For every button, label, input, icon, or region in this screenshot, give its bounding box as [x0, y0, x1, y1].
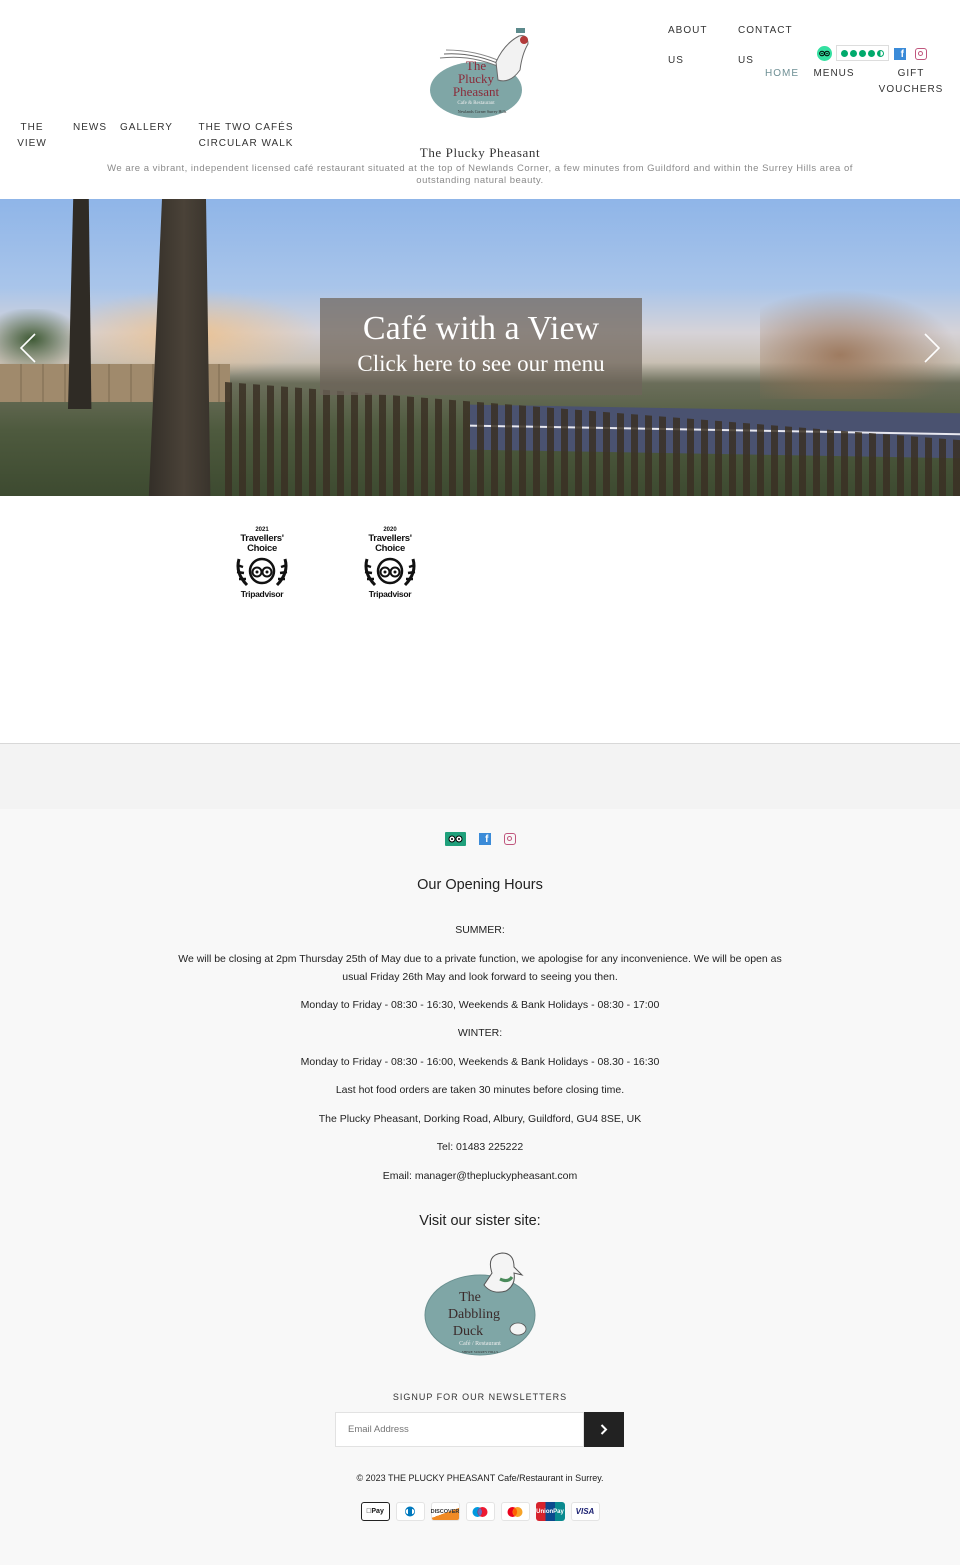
rating-bubble	[859, 49, 866, 57]
telephone[interactable]: Tel: 01483 225222	[170, 1138, 790, 1156]
nav-label: MENUS	[813, 68, 855, 79]
hero-caption-link[interactable]: Café with a View Click here to see our m…	[320, 298, 642, 395]
email[interactable]: Email: manager@thepluckypheasant.com	[170, 1167, 790, 1185]
instagram-icon[interactable]	[503, 833, 516, 845]
rating-bubble	[841, 49, 848, 57]
diners-club-icon	[395, 1502, 425, 1521]
rating-bubble	[877, 49, 884, 57]
nav-label: GIFT	[897, 68, 925, 79]
chevron-right-icon	[924, 333, 941, 363]
hero-image-tree-trunk	[68, 199, 92, 409]
tripadvisor-owl-laurel-icon	[236, 557, 288, 587]
dabbling-duck-logo[interactable]: The Dabbling Duck Café / Restaurant SHER…	[422, 1245, 540, 1361]
svg-text:Duck: Duck	[453, 1324, 483, 1339]
chevron-right-icon	[600, 1424, 608, 1435]
nav-label: HOME	[765, 68, 799, 79]
instagram-icon[interactable]	[915, 48, 927, 60]
svg-text:Cafe & Restaurant: Cafe & Restaurant	[457, 101, 495, 106]
closure-notice: We will be closing at 2pm Thursday 25th …	[178, 953, 782, 983]
nav-gallery[interactable]: GALLERY	[120, 120, 172, 136]
award-title: Choice	[247, 543, 277, 554]
nav-menus[interactable]: MENUS	[812, 66, 856, 82]
footer-social-links: f	[0, 832, 960, 846]
sister-site-heading: Visit our sister site:	[419, 1213, 541, 1229]
section-divider-band	[0, 743, 960, 809]
newsletter-submit-button[interactable]	[584, 1412, 624, 1447]
nav-label: VOUCHERS	[878, 84, 944, 95]
site-description: We are a vibrant, independent licensed c…	[107, 163, 853, 186]
apple-pay-icon: Pay	[360, 1502, 390, 1521]
svg-text:Dabbling: Dabbling	[448, 1307, 500, 1322]
rating-bubbles	[836, 45, 889, 61]
mastercard-icon	[500, 1502, 530, 1521]
last-orders-note: Last hot food orders are taken 30 minute…	[335, 1084, 625, 1096]
rating-bubble	[868, 49, 875, 57]
next-slide-button[interactable]	[922, 332, 942, 364]
winter-hours: Monday to Friday - 08:30 - 16:00, Weeken…	[300, 1056, 660, 1068]
winter-label: WINTER:	[457, 1027, 503, 1039]
facebook-icon[interactable]: f	[894, 48, 906, 60]
travellers-choice-award-2021[interactable]: 2021 Travellers' Choice Tripadvisor	[231, 527, 293, 601]
site-footer: f Our Opening Hours SUMMER: We will be c…	[0, 809, 960, 1565]
newsletter-email-input[interactable]	[335, 1412, 584, 1447]
opening-hours-heading: Our Opening Hours	[417, 877, 543, 893]
tripadvisor-owl-laurel-icon	[364, 557, 416, 587]
chevron-left-icon	[19, 333, 36, 363]
unionpay-icon: UnionPay	[535, 1502, 565, 1521]
svg-text:The: The	[459, 1290, 481, 1305]
tripadvisor-icon[interactable]	[444, 832, 466, 846]
nav-home[interactable]: HOME	[760, 66, 804, 82]
tripadvisor-icon	[817, 45, 832, 61]
nav-label: CONTACT	[738, 25, 793, 36]
hero-title: Café with a View	[362, 310, 600, 347]
site-header: THE VIEW NEWS GALLERY THE TWO CAFÉS CIRC…	[0, 0, 960, 199]
award-title: Choice	[375, 543, 405, 554]
nav-label: ABOUT	[668, 25, 708, 36]
nav-about-us[interactable]: ABOUT US	[668, 16, 714, 76]
nav-news[interactable]: NEWS	[72, 120, 108, 136]
hero-image-hedge	[0, 309, 80, 369]
tripadvisor-rating[interactable]	[817, 45, 889, 61]
address: The Plucky Pheasant, Dorking Road, Albur…	[318, 1113, 642, 1125]
rating-bubble	[850, 49, 857, 57]
hero-slideshow[interactable]: Café with a View Click here to see our m…	[0, 199, 960, 496]
svg-text:Newlands Corner Surrey Hills: Newlands Corner Surrey Hills	[458, 109, 507, 114]
facebook-icon[interactable]: f	[478, 833, 491, 845]
summer-hours: Monday to Friday - 08:30 - 16:30, Weeken…	[300, 999, 660, 1011]
nav-gift-vouchers[interactable]: GIFT VOUCHERS	[878, 66, 944, 98]
nav-label: GALLERY	[120, 122, 173, 133]
award-brand: Tripadvisor	[240, 589, 284, 599]
apple-pay-label: Pay	[368, 1508, 383, 1515]
svg-text:Pheasant: Pheasant	[453, 84, 500, 99]
maestro-icon	[465, 1502, 495, 1521]
travellers-choice-award-2020[interactable]: 2020 Travellers' Choice Tripadvisor	[359, 527, 421, 601]
payment-methods: Pay DISCOVER UnionPay VISA	[0, 1502, 960, 1521]
site-title: The Plucky Pheasant	[419, 145, 541, 160]
nav-label: US	[668, 55, 684, 66]
svg-text:SHERE SURREY HILLS: SHERE SURREY HILLS	[462, 1350, 498, 1354]
hero-subtitle: Click here to see our menu	[357, 351, 605, 376]
plucky-pheasant-logo[interactable]: The Plucky Pheasant Cafe & Restaurant Ne…	[424, 14, 536, 120]
newsletter-title: SIGNUP FOR OUR NEWSLETTERS	[392, 1392, 568, 1402]
svg-text:Café / Restaurant: Café / Restaurant	[459, 1340, 501, 1347]
nav-label: NEWS	[73, 122, 107, 133]
visa-icon: VISA	[570, 1502, 600, 1521]
award-brand: Tripadvisor	[368, 589, 412, 599]
nav-label: THE	[20, 122, 44, 133]
copyright: © 2023 THE PLUCKY PHEASANT Cafe/Restaura…	[356, 1473, 604, 1483]
summer-label: SUMMER:	[455, 924, 505, 936]
prev-slide-button[interactable]	[18, 332, 38, 364]
discover-icon: DISCOVER	[430, 1502, 460, 1521]
nav-label: THE TWO CAFÉS	[198, 122, 294, 133]
